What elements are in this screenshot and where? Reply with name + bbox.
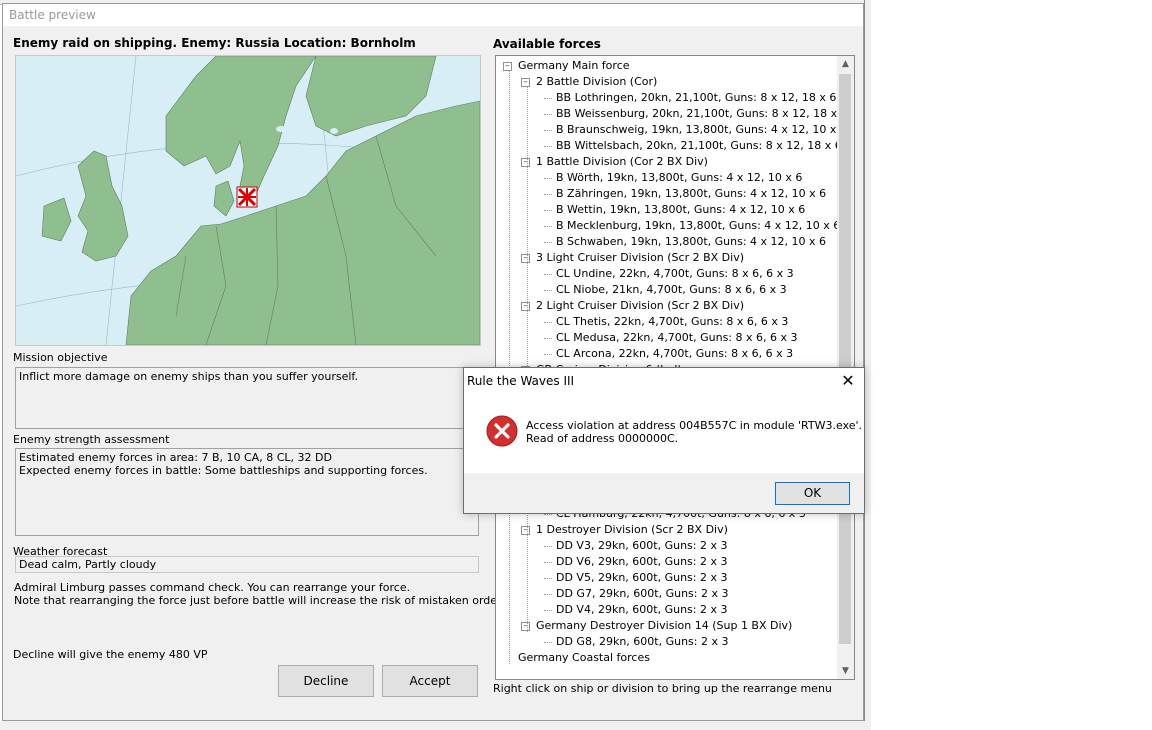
tree-connector (544, 354, 552, 355)
enemy-strength-label: Enemy strength assessment (13, 433, 170, 446)
ok-button[interactable]: OK (775, 482, 850, 505)
mission-objective-label: Mission objective (13, 351, 108, 364)
tree-connector (544, 178, 552, 179)
ship-item[interactable]: BB Wittelsbach, 20kn, 21,100t, Guns: 8 x… (556, 138, 842, 154)
ship-item[interactable]: DD V4, 29kn, 600t, Guns: 2 x 3 (556, 602, 728, 618)
ship-item[interactable]: B Zähringen, 19kn, 13,800t, Guns: 4 x 12… (556, 186, 826, 202)
ship-item[interactable]: B Braunschweig, 19kn, 13,800t, Guns: 4 x… (556, 122, 847, 138)
ship-item[interactable]: DD G8, 29kn, 600t, Guns: 2 x 3 (556, 634, 729, 650)
force-item[interactable]: Germany Main force (518, 58, 630, 74)
tree-connector (544, 578, 552, 579)
error-dialog-body: Access violation at address 004B557C in … (464, 395, 864, 473)
background-app-edge (864, 0, 871, 730)
ship-item[interactable]: DD G7, 29kn, 600t, Guns: 2 x 3 (556, 586, 729, 602)
weather-field: Dead calm, Partly cloudy (15, 556, 479, 573)
error-dialog: Rule the Waves III ✕ Access violation at… (463, 367, 865, 514)
battle-location-map (15, 55, 481, 346)
tree-connector (544, 130, 552, 131)
ship-item[interactable]: B Mecklenburg, 19kn, 13,800t, Guns: 4 x … (556, 218, 840, 234)
tree-collapse-icon[interactable]: – (521, 302, 530, 311)
tree-connector (544, 546, 552, 547)
ship-item[interactable]: CL Niobe, 21kn, 4,700t, Guns: 8 x 6, 6 x… (556, 282, 787, 298)
tree-connector (544, 98, 552, 99)
division-item[interactable]: Germany Destroyer Division 14 (Sup 1 BX … (536, 618, 792, 634)
tree-connector (544, 514, 552, 515)
error-icon (486, 415, 518, 447)
ship-item[interactable]: DD V6, 29kn, 600t, Guns: 2 x 3 (556, 554, 728, 570)
force-item[interactable]: Germany Coastal forces (518, 650, 650, 666)
tree-collapse-icon[interactable]: – (521, 254, 530, 263)
ship-item[interactable]: B Wettin, 19kn, 13,800t, Guns: 4 x 12, 1… (556, 202, 805, 218)
decline-info-text: Decline will give the enemy 480 VP (13, 648, 208, 661)
ship-item[interactable]: DD V3, 29kn, 600t, Guns: 2 x 3 (556, 538, 728, 554)
mission-objective-text[interactable]: Inflict more damage on enemy ships than … (15, 367, 479, 429)
tree-connector (527, 86, 528, 632)
tree-connector (544, 146, 552, 147)
ship-item[interactable]: CL Medusa, 22kn, 4,700t, Guns: 8 x 6, 6 … (556, 330, 798, 346)
ship-item[interactable]: CL Arcona, 22kn, 4,700t, Guns: 8 x 6, 6 … (556, 346, 793, 362)
close-icon[interactable]: ✕ (840, 373, 856, 389)
tree-connector (544, 242, 552, 243)
available-forces-label: Available forces (493, 37, 601, 51)
battle-preview-window: Battle preview Enemy raid on shipping. E… (2, 3, 864, 721)
division-item[interactable]: 1 Destroyer Division (Scr 2 BX Div) (536, 522, 728, 538)
background-app-bottom (0, 721, 866, 730)
tree-connector (544, 642, 552, 643)
rearrange-hint: Right click on ship or division to bring… (493, 682, 832, 695)
tree-collapse-icon[interactable]: – (503, 62, 512, 71)
tree-connector (544, 290, 552, 291)
division-item[interactable]: 2 Battle Division (Cor) (536, 74, 657, 90)
tree-connector (544, 338, 552, 339)
division-item[interactable]: 1 Battle Division (Cor 2 BX Div) (536, 154, 708, 170)
division-item[interactable]: 3 Light Cruiser Division (Scr 2 BX Div) (536, 250, 744, 266)
tree-connector (544, 194, 552, 195)
error-message: Access violation at address 004B557C in … (526, 419, 863, 445)
tree-connector (544, 226, 552, 227)
tree-connector (544, 594, 552, 595)
enemy-strength-text[interactable]: Estimated enemy forces in area: 7 B, 10 … (15, 448, 479, 536)
tree-collapse-icon[interactable]: – (521, 622, 530, 631)
tree-connector (544, 562, 552, 563)
ship-item[interactable]: B Wörth, 19kn, 13,800t, Guns: 4 x 12, 10… (556, 170, 802, 186)
tree-collapse-icon[interactable]: – (521, 526, 530, 535)
tree-connector (544, 210, 552, 211)
tree-connector (544, 610, 552, 611)
battle-title: Enemy raid on shipping. Enemy: Russia Lo… (13, 36, 416, 50)
ship-item[interactable]: B Schwaben, 19kn, 13,800t, Guns: 4 x 12,… (556, 234, 826, 250)
ship-item[interactable]: DD V5, 29kn, 600t, Guns: 2 x 3 (556, 570, 728, 586)
command-check-text: Admiral Limburg passes command check. Yo… (14, 581, 511, 607)
decline-button[interactable]: Decline (278, 665, 374, 697)
ship-item[interactable]: BB Lothringen, 20kn, 21,100t, Guns: 8 x … (556, 90, 836, 106)
tree-connector (544, 322, 552, 323)
scroll-thumb[interactable] (839, 74, 851, 644)
scroll-down-icon[interactable]: ▼ (837, 663, 854, 679)
tree-connector (544, 114, 552, 115)
division-item[interactable]: 2 Light Cruiser Division (Scr 2 BX Div) (536, 298, 744, 314)
tree-connector (544, 274, 552, 275)
ship-item[interactable]: BB Weissenburg, 20kn, 21,100t, Guns: 8 x… (556, 106, 848, 122)
window-title: Battle preview (3, 4, 863, 26)
tree-collapse-icon[interactable]: – (521, 78, 530, 87)
ship-item[interactable]: CL Thetis, 22kn, 4,700t, Guns: 8 x 6, 6 … (556, 314, 788, 330)
scroll-up-icon[interactable]: ▲ (837, 56, 854, 72)
tree-collapse-icon[interactable]: – (521, 158, 530, 167)
error-dialog-title: Rule the Waves III (464, 368, 864, 395)
accept-button[interactable]: Accept (382, 665, 478, 697)
ship-item[interactable]: CL Undine, 22kn, 4,700t, Guns: 8 x 6, 6 … (556, 266, 794, 282)
